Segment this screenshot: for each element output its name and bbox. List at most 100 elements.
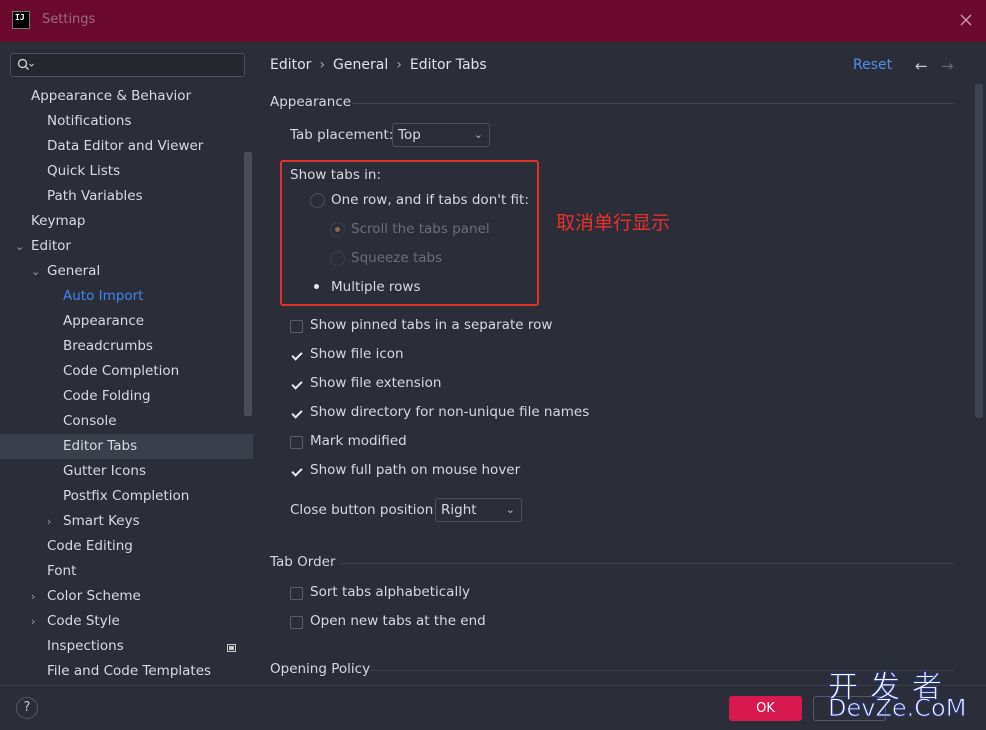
chevron-down-icon: ⌄ [473, 128, 483, 141]
sidebar-item-auto-import[interactable]: Auto Import [0, 284, 253, 309]
checkbox-show-pinned-tabs-in-a-separate-row[interactable] [290, 320, 303, 333]
chevron-down-icon[interactable]: ⌄ [31, 259, 43, 284]
sidebar-item-postfix-completion[interactable]: Postfix Completion [0, 484, 253, 509]
section-divider [340, 563, 954, 564]
sidebar-item-appearance-behavior[interactable]: Appearance & Behavior [0, 84, 253, 109]
sidebar-item-label: Smart Keys [63, 513, 140, 529]
checkbox-show-full-path-on-mouse-hover[interactable] [290, 465, 303, 478]
sidebar-item-console[interactable]: Console [0, 409, 253, 434]
sidebar-item-data-editor-and-viewer[interactable]: Data Editor and Viewer [0, 134, 253, 159]
sidebar-item-file-and-code-templates[interactable]: File and Code Templates [0, 659, 253, 684]
sidebar-item-label: Appearance & Behavior [31, 88, 192, 104]
sidebar-item-label: Code Editing [47, 538, 133, 554]
sidebar-item-code-folding[interactable]: Code Folding [0, 384, 253, 409]
settings-sidebar: Appearance & Behavior Notifications Data E… [0, 42, 253, 685]
checkbox-label: Show file icon [310, 346, 404, 362]
chevron-right-icon[interactable]: › [47, 509, 59, 534]
close-icon[interactable] [956, 10, 976, 30]
sidebar-item-label: Data Editor and Viewer [47, 138, 204, 154]
app-logo-icon: IJ [12, 11, 30, 29]
sidebar-item-label: Breadcrumbs [63, 338, 153, 354]
chevron-right-icon: › [319, 57, 326, 73]
sidebar-item-general[interactable]: ⌄ General [0, 259, 253, 284]
section-tab-order-title: Tab Order [270, 554, 336, 570]
tab-placement-select[interactable]: Top ⌄ [392, 123, 490, 147]
checkbox-label: Show pinned tabs in a separate row [310, 317, 553, 333]
checkbox-label: Show directory for non-unique file names [310, 404, 590, 420]
section-divider [352, 103, 954, 104]
sidebar-item-label: Code Folding [63, 388, 151, 404]
checkbox-open-new-tabs-at-the-end[interactable] [290, 616, 303, 629]
sidebar-item-gutter-icons[interactable]: Gutter Icons [0, 459, 253, 484]
breadcrumb-general[interactable]: General [333, 57, 388, 73]
checkbox-mark-modified[interactable] [290, 436, 303, 449]
checkbox-label: Show file extension [310, 375, 442, 391]
help-button[interactable]: ? [16, 697, 38, 719]
checkbox-label: Show full path on mouse hover [310, 462, 521, 478]
sidebar-item-editor-tabs[interactable]: Editor Tabs [0, 434, 253, 459]
window-title: Settings [42, 12, 96, 27]
sidebar-item-label: Quick Lists [47, 163, 121, 179]
sidebar-item-label: Console [63, 413, 117, 429]
sidebar-item-label: Font [47, 563, 77, 579]
sidebar-item-appearance[interactable]: Appearance [0, 309, 253, 334]
sidebar-item-smart-keys[interactable]: › Smart Keys [0, 509, 253, 534]
watermark-bottom-text: DevZe.CoM [827, 694, 967, 723]
sidebar-item-quick-lists[interactable]: Quick Lists [0, 159, 253, 184]
checkbox-label: Mark modified [310, 433, 407, 449]
chevron-down-icon[interactable]: ⌄ [15, 234, 27, 259]
sidebar-item-label: General [47, 263, 101, 279]
checkbox-label: Open new tabs at the end [310, 613, 486, 629]
sidebar-scrollbar[interactable] [244, 152, 252, 416]
sidebar-item-code-style[interactable]: › Code Style [0, 609, 253, 634]
reset-link[interactable]: Reset [853, 57, 892, 73]
sidebar-item-font[interactable]: Font [0, 559, 253, 584]
search-icon [17, 58, 34, 71]
sidebar-item-editor[interactable]: ⌄ Editor [0, 234, 253, 259]
sidebar-item-label: Gutter Icons [63, 463, 147, 479]
breadcrumb-editor[interactable]: Editor [270, 57, 311, 73]
forward-arrow-icon[interactable]: → [941, 57, 954, 75]
sidebar-item-inspections[interactable]: Inspections [0, 634, 253, 659]
chevron-right-icon[interactable]: › [31, 584, 43, 609]
title-bar: IJ Settings [0, 0, 986, 42]
sidebar-item-keymap[interactable]: Keymap [0, 209, 253, 234]
sidebar-item-label: Color Scheme [47, 588, 141, 604]
content-scrollbar[interactable] [975, 84, 983, 418]
sidebar-item-label: Notifications [47, 113, 132, 129]
chevron-right-icon: › [396, 57, 402, 73]
watermark-logo: 开发者 DevZe.CoM [827, 662, 978, 728]
chevron-down-icon: ⌄ [505, 503, 515, 516]
sidebar-item-path-variables[interactable]: Path Variables [0, 184, 253, 209]
sidebar-item-code-completion[interactable]: Code Completion [0, 359, 253, 384]
sidebar-item-notifications[interactable]: Notifications [0, 109, 253, 134]
sidebar-item-label: Code Completion [63, 363, 180, 379]
breadcrumb: Editor › General › Editor Tabs [270, 57, 487, 73]
ok-button[interactable]: OK [729, 696, 802, 721]
section-opening-policy-title: Opening Policy [270, 661, 371, 677]
annotation-text: 取消单行显示 [556, 212, 671, 234]
sidebar-item-color-scheme[interactable]: › Color Scheme [0, 584, 253, 609]
checkbox-show-file-icon[interactable] [290, 349, 303, 362]
back-arrow-icon[interactable]: ← [915, 57, 928, 75]
sidebar-item-label: Editor [31, 238, 71, 254]
sidebar-item-label: Auto Import [63, 288, 144, 304]
tab-placement-value: Top [398, 127, 421, 143]
tab-placement-label: Tab placement: [290, 127, 394, 143]
sidebar-item-code-editing[interactable]: Code Editing [0, 534, 253, 559]
close-button-position-value: Right [441, 502, 477, 518]
sidebar-item-label: Appearance [63, 313, 145, 329]
close-button-position-select[interactable]: Right ⌄ [435, 498, 522, 522]
checkbox-sort-tabs-alphabetically[interactable] [290, 587, 303, 600]
chevron-right-icon[interactable]: › [31, 609, 43, 634]
search-input[interactable] [10, 53, 245, 77]
checkbox-show-directory-for-non-unique-file-names[interactable] [290, 407, 303, 420]
inspections-scope-icon [227, 644, 236, 652]
sidebar-item-label: File and Code Templates [47, 663, 212, 679]
sidebar-item-breadcrumbs[interactable]: Breadcrumbs [0, 334, 253, 359]
sidebar-item-label: Editor Tabs [63, 438, 138, 454]
sidebar-item-label: Path Variables [47, 188, 143, 204]
checkbox-show-file-extension[interactable] [290, 378, 303, 391]
close-button-position-label: Close button position: [290, 502, 438, 518]
sidebar-item-label: Code Style [47, 613, 120, 629]
